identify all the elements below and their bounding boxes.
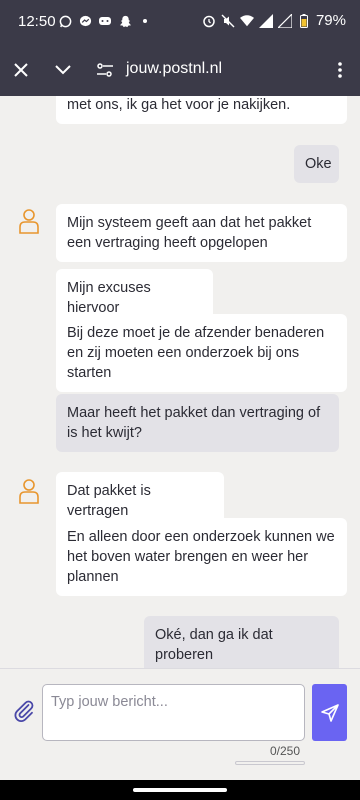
chat-transcript: met ons, ik ga het voor je nakijken. Oke… — [0, 96, 360, 668]
scrollbar[interactable] — [235, 761, 305, 765]
minimize-button[interactable] — [51, 58, 75, 82]
site-settings-button[interactable] — [93, 58, 117, 82]
browser-toolbar: jouw.postnl.nl — [0, 44, 360, 96]
wifi-icon — [239, 14, 254, 28]
gamepad-icon — [98, 14, 112, 28]
dot-icon — [138, 14, 152, 28]
battery-icon — [297, 13, 311, 28]
agent-message: Bij deze moet je de afzender benaderen e… — [56, 314, 347, 392]
send-button[interactable] — [312, 684, 347, 741]
message-input[interactable] — [42, 684, 305, 741]
more-options-button[interactable] — [328, 58, 352, 82]
user-message: Oke — [294, 145, 339, 183]
status-bar: 12:50 79% — [0, 0, 360, 44]
system-icons: 79% — [202, 12, 346, 29]
whatsapp-icon — [58, 14, 72, 28]
tune-icon — [97, 63, 113, 77]
user-message: Maar heeft het pakket dan vertraging of … — [56, 394, 339, 452]
composer: 0/250 — [0, 668, 360, 780]
notification-icons — [58, 14, 152, 28]
more-vertical-icon — [338, 62, 342, 78]
mute-icon — [221, 14, 235, 28]
agent-message: Mijn systeem geeft aan dat het pakket ee… — [56, 204, 347, 262]
send-icon — [320, 703, 339, 722]
paperclip-icon[interactable] — [12, 699, 36, 723]
url-text[interactable]: jouw.postnl.nl — [126, 60, 222, 78]
signal-icon — [258, 13, 273, 28]
messenger-icon — [78, 14, 92, 28]
home-handle[interactable] — [133, 788, 227, 792]
status-time: 12:50 — [18, 13, 56, 30]
system-navigation-bar — [0, 780, 360, 800]
battery-level: 79% — [315, 12, 346, 29]
agent-message: met ons, ik ga het voor je nakijken. — [56, 96, 347, 124]
agent-message: En alleen door een onderzoek kunnen we h… — [56, 518, 347, 596]
signal-icon-2 — [277, 13, 292, 28]
chevron-down-icon — [55, 65, 71, 75]
close-icon — [14, 63, 28, 77]
user-message: Oké, dan ga ik dat proberen — [144, 616, 339, 668]
agent-avatar-icon — [19, 479, 39, 504]
snapchat-icon — [118, 14, 132, 28]
agent-avatar-icon — [19, 209, 39, 234]
character-counter: 0/250 — [270, 744, 301, 758]
close-button[interactable] — [9, 58, 33, 82]
alarm-icon — [202, 14, 216, 28]
